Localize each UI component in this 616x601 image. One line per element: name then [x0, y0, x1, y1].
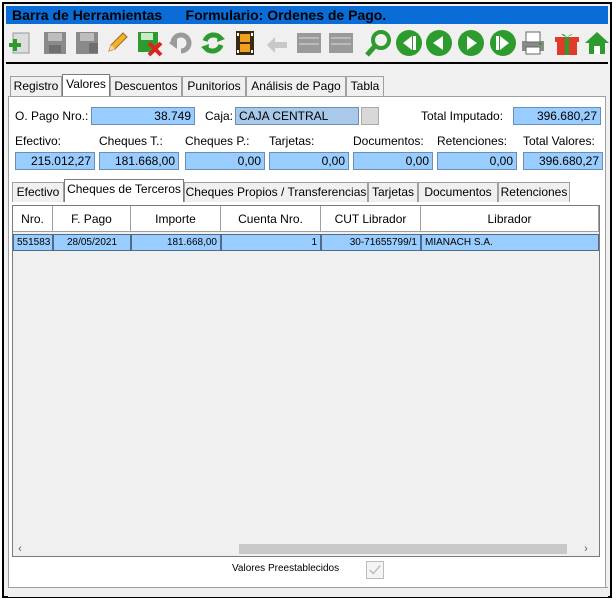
last-icon[interactable] [488, 28, 518, 58]
documentos-label: Documentos: [353, 134, 424, 148]
col-header-cut-librador[interactable]: CUT Librador [321, 206, 421, 232]
prev-icon[interactable] [424, 28, 454, 58]
blank-icon[interactable] [294, 28, 324, 58]
cell-fpago[interactable]: 28/05/2021 [53, 234, 131, 251]
window-frame: Barra de Herramientas Formulario: Ordene… [2, 2, 612, 598]
tarjetas-field: 0,00 [269, 152, 349, 170]
col-header-cuenta-nro[interactable]: Cuenta Nro. [221, 206, 321, 232]
valores-preestablecidos-checkbox[interactable] [366, 561, 384, 579]
cell-librador[interactable]: MIANACH S.A. [421, 234, 599, 251]
tab-valores[interactable]: Valores [62, 74, 110, 97]
search-icon[interactable] [364, 28, 394, 58]
total-imputado-label: Total Imputado: [421, 109, 504, 123]
add-icon[interactable] [6, 28, 36, 58]
first-icon[interactable] [394, 28, 424, 58]
tab-retenciones[interactable]: Retenciones [498, 182, 570, 202]
toolbar [6, 24, 609, 64]
scroll-right-icon[interactable]: › [579, 542, 593, 556]
bottom-strip [8, 587, 608, 597]
cell-cut-librador[interactable]: 30-71655799/1 [321, 234, 421, 251]
col-header-librador[interactable]: Librador [421, 206, 599, 232]
caja-dropdown-button[interactable] [361, 107, 379, 125]
home-icon[interactable] [582, 28, 612, 58]
tab-registro[interactable]: Registro [10, 76, 62, 96]
next-icon[interactable] [456, 28, 486, 58]
cheques-p-field: 0,00 [185, 152, 265, 170]
save-icon[interactable] [40, 28, 70, 58]
cheques-t-field: 181.668,00 [99, 152, 179, 170]
tab-tarjetas[interactable]: Tarjetas [368, 182, 418, 202]
tab-efectivo[interactable]: Efectivo [12, 182, 64, 202]
cheques-p-label: Cheques P.: [185, 134, 250, 148]
total-imputado-field: 396.680,27 [513, 107, 601, 125]
retenciones-field: 0,00 [437, 152, 517, 170]
undo-icon[interactable] [166, 28, 196, 58]
caja-label: Caja: [205, 109, 234, 123]
print-icon[interactable] [518, 28, 548, 58]
documentos-field: 0,00 [353, 152, 433, 170]
blank-icon[interactable] [326, 28, 356, 58]
valores-preestablecidos-label: Valores Preestablecidos [232, 563, 340, 574]
opago-field[interactable]: 38.749 [91, 107, 195, 125]
tab-descuentos[interactable]: Descuentos [110, 76, 182, 96]
cheques-t-label: Cheques T.: [99, 134, 163, 148]
efectivo-field: 215.012,27 [15, 152, 95, 170]
tab-analisis-de-pago[interactable]: Análisis de Pago [246, 76, 346, 96]
tab-tabla[interactable]: Tabla [346, 76, 384, 96]
save-as-icon[interactable] [72, 28, 102, 58]
col-header-nro[interactable]: Nro. [13, 206, 53, 232]
cell-importe[interactable]: 181.668,00 [131, 234, 221, 251]
retenciones-label: Retenciones: [437, 134, 508, 148]
total-valores-label: Total Valores: [523, 134, 595, 148]
tab-cheques-propios[interactable]: Cheques Propios / Transferencias [184, 182, 368, 202]
col-header-fpago[interactable]: F. Pago [53, 206, 131, 232]
cheques-grid: Nro. F. Pago Importe Cuenta Nro. CUT Lib… [12, 205, 600, 557]
film-icon[interactable] [230, 28, 260, 58]
checkmark-icon [369, 565, 381, 575]
tab-cheques-de-terceros[interactable]: Cheques de Terceros [64, 179, 184, 202]
tab-punitorios[interactable]: Punitorios [182, 76, 246, 96]
gift-icon[interactable] [552, 28, 582, 58]
tarjetas-label: Tarjetas: [269, 134, 315, 148]
scroll-left-icon[interactable]: ‹ [13, 542, 27, 556]
col-header-importe[interactable]: Importe [131, 206, 221, 232]
cell-cuenta-nro[interactable]: 1 [221, 234, 321, 251]
efectivo-label: Efectivo: [15, 134, 62, 148]
tab-documentos[interactable]: Documentos [418, 182, 498, 202]
edit-icon[interactable] [102, 28, 132, 58]
scroll-thumb[interactable] [239, 544, 567, 554]
total-valores-field: 396.680,27 [523, 152, 603, 170]
back-arrow-icon[interactable] [262, 28, 292, 58]
refresh-icon[interactable] [198, 28, 228, 58]
window-title: Barra de Herramientas Formulario: Ordene… [6, 6, 608, 24]
horizontal-scrollbar[interactable]: ‹ › [13, 542, 599, 556]
opago-label: O. Pago Nro.: [15, 109, 89, 123]
caja-field[interactable]: CAJA CENTRAL [235, 107, 359, 125]
cell-nro[interactable]: 551583 [13, 234, 53, 251]
delete-icon[interactable] [134, 28, 164, 58]
